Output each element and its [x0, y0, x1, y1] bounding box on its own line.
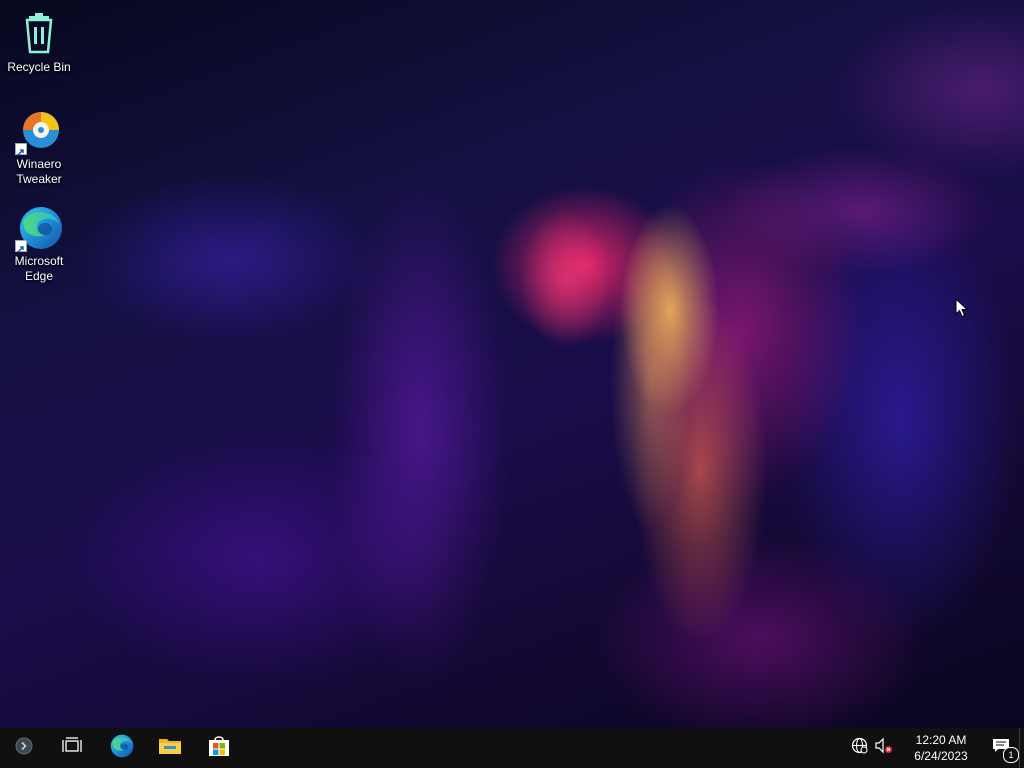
task-view-button[interactable] [48, 728, 96, 768]
desktop-icon-label: Winaero Tweaker [16, 157, 62, 186]
speaker-muted-icon [875, 737, 893, 759]
file-explorer-button[interactable] [146, 728, 194, 768]
start-button[interactable] [0, 728, 48, 768]
clock-button[interactable]: 12:20 AM 6/24/2023 [905, 732, 977, 764]
taskbar: 12:20 AM 6/24/2023 1 [0, 728, 1024, 768]
system-tray: 12:20 AM 6/24/2023 1 [847, 728, 1024, 768]
shortcut-arrow-icon [15, 240, 27, 253]
folder-icon [158, 736, 182, 761]
desktop-icon-winaero-tweaker[interactable]: Winaero Tweaker [1, 107, 77, 187]
wallpaper-highlight [610, 230, 690, 530]
volume-button[interactable] [871, 728, 897, 768]
microsoft-store-button[interactable] [194, 728, 244, 768]
show-desktop-button[interactable] [1019, 728, 1024, 768]
desktop-icon-microsoft-edge[interactable]: Microsoft Edge [1, 204, 77, 284]
globe-icon [851, 737, 868, 759]
winaero-tweaker-icon [15, 107, 63, 156]
desktop-wallpaper: Recycle Bin Winaero Tweaker Microsoft Ed… [0, 0, 1024, 728]
shortcut-arrow-icon [15, 143, 27, 156]
desktop-icon-label: Recycle Bin [7, 60, 71, 74]
mouse-cursor-icon [955, 297, 969, 318]
desktop-icon-recycle-bin[interactable]: Recycle Bin [1, 10, 77, 75]
edge-icon [108, 733, 134, 764]
task-view-icon [62, 736, 82, 760]
edge-icon [15, 204, 63, 253]
action-center-button[interactable]: 1 [983, 728, 1019, 768]
store-icon [207, 734, 231, 763]
notification-count-badge: 1 [1003, 747, 1019, 763]
network-button[interactable] [847, 728, 871, 768]
recycle-bin-icon [15, 10, 63, 58]
clock-time: 12:20 AM [915, 733, 967, 747]
clock-date: 6/24/2023 [914, 749, 968, 763]
start-icon [15, 737, 33, 760]
wallpaper-highlight [520, 210, 610, 350]
desktop-icon-label: Microsoft Edge [14, 254, 64, 283]
edge-taskbar-button[interactable] [96, 728, 146, 768]
